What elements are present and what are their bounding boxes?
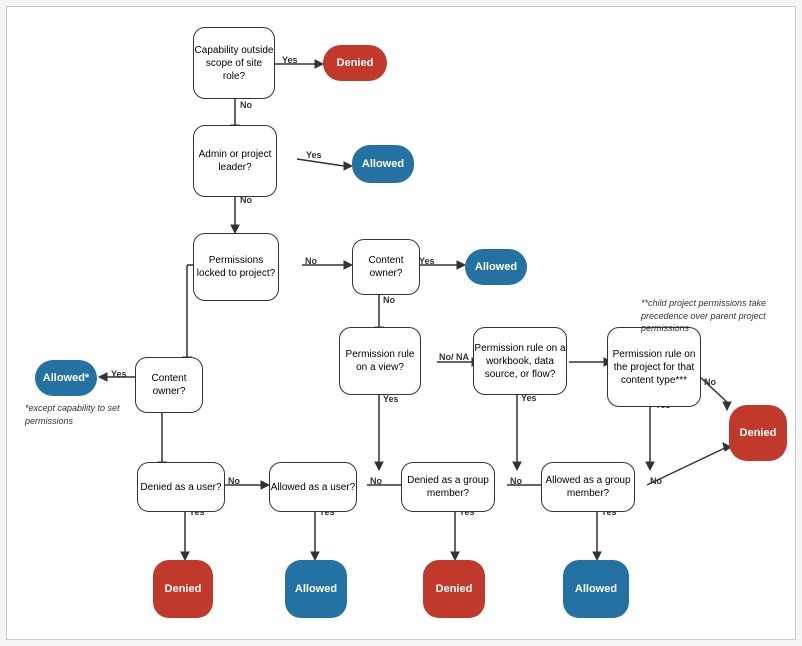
node-allowed2: Allowed bbox=[465, 249, 527, 285]
note-allowed-star: *except capability to set permissions bbox=[25, 402, 135, 427]
node-allowed2b: Allowed bbox=[285, 560, 347, 618]
label-no-alloweduser: No bbox=[370, 476, 382, 486]
node-permission-view: Permission rule on a view? bbox=[339, 327, 421, 395]
node-denied3: Denied bbox=[423, 560, 485, 618]
label-yes-contentowner1: Yes bbox=[419, 256, 435, 266]
label-no-allowedgroup: No bbox=[650, 476, 662, 486]
node-denied-group: Denied as a group member? bbox=[401, 462, 495, 512]
node-denied1: Denied bbox=[323, 45, 387, 81]
label-no-permproject: No bbox=[704, 377, 716, 387]
label-no-denieduser: No bbox=[228, 476, 240, 486]
label-yes-contentowner2: Yes bbox=[111, 369, 127, 379]
label-yes-capability: Yes bbox=[282, 55, 298, 65]
label-nona-permview: No/ NA bbox=[439, 352, 469, 362]
label-no-permlocked: No bbox=[305, 256, 317, 266]
node-allowed-user: Allowed as a user? bbox=[269, 462, 357, 512]
node-allowed-group: Allowed as a group member? bbox=[541, 462, 635, 512]
diagram-container: Yes No Yes No No Yes Yes No Yes No No/ N… bbox=[6, 6, 796, 640]
node-admin: Admin or project leader? bbox=[193, 125, 277, 197]
label-yes-permview: Yes bbox=[383, 394, 399, 404]
node-permissions-locked: Permissions locked to project? bbox=[193, 233, 279, 301]
label-no-capability: No bbox=[240, 100, 252, 110]
node-content-owner1: Content owner? bbox=[352, 239, 420, 295]
node-denied-main: Denied bbox=[729, 405, 787, 461]
node-capability: Capability outside scope of site role? bbox=[193, 27, 275, 99]
node-content-owner2: Content owner? bbox=[135, 357, 203, 413]
label-no-contentowner1: No bbox=[383, 295, 395, 305]
label-yes-admin: Yes bbox=[306, 150, 322, 160]
label-no-deniedgroup: No bbox=[510, 476, 522, 486]
note-child-project: **child project permissions take precede… bbox=[641, 297, 786, 335]
node-denied-user: Denied as a user? bbox=[137, 462, 225, 512]
node-permission-project: Permission rule on the project for that … bbox=[607, 327, 701, 407]
node-allowed3: Allowed bbox=[563, 560, 629, 618]
node-permission-workbook: Permission rule on a workbook, data sour… bbox=[473, 327, 567, 395]
node-denied2: Denied bbox=[153, 560, 213, 618]
node-allowed1: Allowed bbox=[352, 145, 414, 183]
node-allowed-star: Allowed* bbox=[35, 360, 97, 396]
